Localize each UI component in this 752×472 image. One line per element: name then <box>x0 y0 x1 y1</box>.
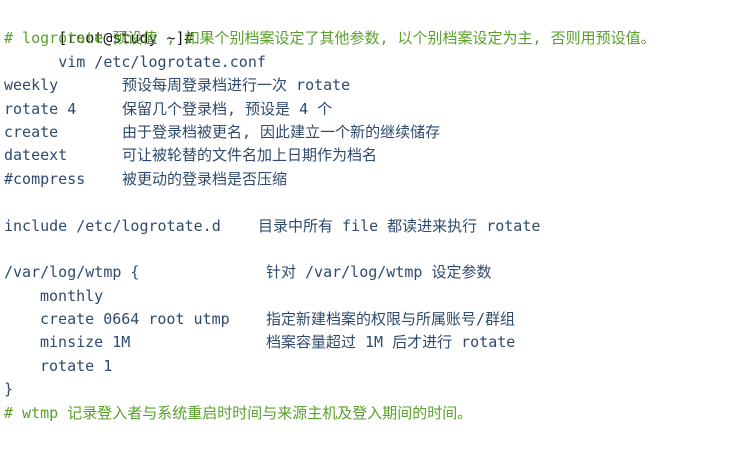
block-item-line: monthly <box>0 285 752 308</box>
option-key: weekly <box>4 76 59 95</box>
command-line: [root@study ~]# vim /etc/logrotate.conf <box>0 4 752 70</box>
option-desc: 保留几个登录档, 预设是 4 个 <box>122 99 333 118</box>
include-directive: include /etc/logrotate.d <box>4 216 221 235</box>
option-line: create 由于登录档被更名, 因此建立一个新的继续储存 <box>0 121 752 144</box>
include-line: include /etc/logrotate.d 目录中所有 file 都读进来… <box>0 215 752 238</box>
option-key: dateext <box>4 146 68 165</box>
block-close: } <box>4 380 14 399</box>
block-item-key: minsize 1M <box>40 333 131 352</box>
include-desc: 目录中所有 file 都读进来执行 rotate <box>258 216 541 235</box>
option-line: dateext 可让被轮替的文件名加上日期作为档名 <box>0 144 752 167</box>
block-open: /var/log/wtmp { <box>4 263 140 282</box>
option-key: create <box>4 122 59 141</box>
block-open-desc: 针对 /var/log/wtmp 设定参数 <box>266 263 492 282</box>
block-item-key: rotate 1 <box>40 356 113 375</box>
option-desc: 预设每周登录档进行一次 rotate <box>122 76 351 95</box>
option-key: rotate 4 <box>4 99 77 118</box>
option-key: #compress <box>4 169 86 188</box>
option-desc: 被更动的登录档是否压缩 <box>122 169 288 188</box>
option-line: #compress 被更动的登录档是否压缩 <box>0 168 752 191</box>
block-item-desc: 指定新建档案的权限与所属账号/群组 <box>266 310 516 329</box>
block-open-line: /var/log/wtmp { 针对 /var/log/wtmp 设定参数 <box>0 261 752 284</box>
option-line: weekly 预设每周登录档进行一次 rotate <box>0 74 752 97</box>
block-item-key: create 0664 root utmp <box>40 310 230 329</box>
footer-comment: # wtmp 记录登入者与系统重启时时间与来源主机及登入期间的时间。 <box>4 403 473 422</box>
footer-comment-line: # wtmp 记录登入者与系统重启时时间与来源主机及登入期间的时间。 <box>0 402 752 425</box>
header-comment-line: # logrotate 预设值 , 如果个别档案设定了其他参数, 以个别档案设定… <box>0 27 752 50</box>
block-item-line: minsize 1M 档案容量超过 1M 后才进行 rotate <box>0 331 752 354</box>
block-item-desc: 档案容量超过 1M 后才进行 rotate <box>266 333 516 352</box>
block-item-line: rotate 1 <box>0 355 752 378</box>
option-desc: 由于登录档被更名, 因此建立一个新的继续储存 <box>122 122 441 141</box>
block-item-key: monthly <box>40 286 104 305</box>
block-item-line: create 0664 root utmp 指定新建档案的权限与所属账号/群组 <box>0 308 752 331</box>
header-comment: # logrotate 预设值 , 如果个别档案设定了其他参数, 以个别档案设定… <box>4 29 656 48</box>
terminal-window[interactable]: [root@study ~]# vim /etc/logrotate.conf … <box>0 0 752 432</box>
option-desc: 可让被轮替的文件名加上日期作为档名 <box>122 146 378 165</box>
option-line: rotate 4 保留几个登录档, 预设是 4 个 <box>0 98 752 121</box>
block-close-line: } <box>0 378 752 401</box>
